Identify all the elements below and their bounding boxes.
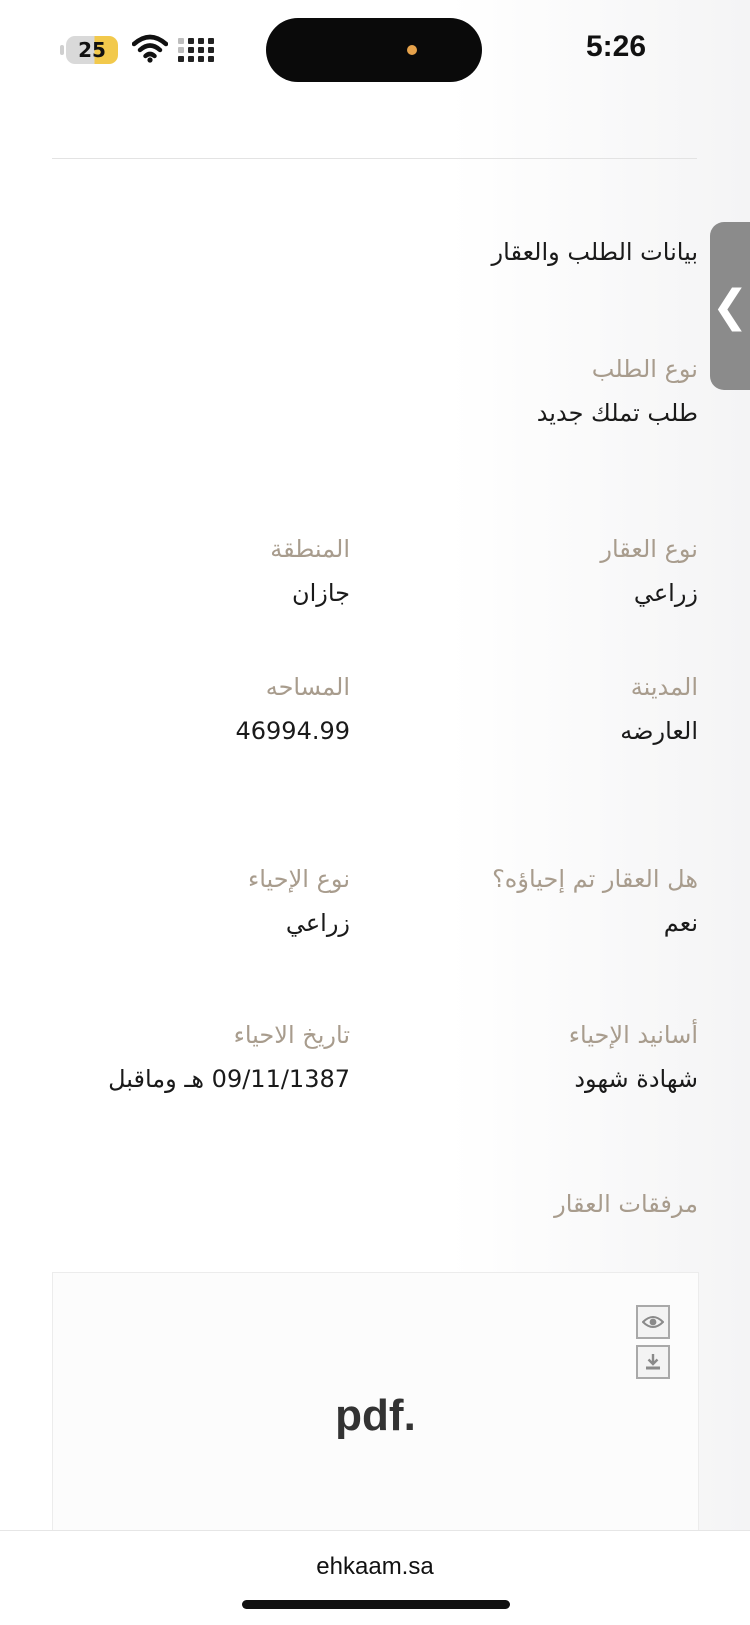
revival-proof-value: شهادة شهود bbox=[574, 1065, 698, 1093]
property-type-field: نوع العقار زراعي bbox=[600, 532, 698, 610]
privacy-indicator-dot bbox=[407, 45, 417, 55]
status-bar: 25 5:26 bbox=[0, 0, 750, 100]
revived-field: هل العقار تم إحياؤه؟ نعم bbox=[492, 862, 698, 940]
download-file-button[interactable] bbox=[636, 1345, 670, 1379]
area-field: المساحه 46994.99 bbox=[235, 670, 350, 748]
download-icon bbox=[646, 1354, 660, 1370]
revival-type-value: زراعي bbox=[285, 909, 350, 937]
url-text[interactable]: ehkaam.sa bbox=[0, 1553, 750, 1581]
area-value: 46994.99 bbox=[235, 717, 350, 745]
revival-proof-label: أسانيد الإحياء bbox=[568, 1021, 698, 1049]
revival-date-field: تاريخ الاحياء 09/11/1387 هـ وماقبل bbox=[108, 1018, 350, 1096]
revival-proof-field: أسانيد الإحياء شهادة شهود bbox=[569, 1018, 698, 1096]
wifi-icon bbox=[132, 34, 168, 63]
request-type-label: نوع الطلب bbox=[591, 355, 698, 383]
region-field: المنطقة جازان bbox=[270, 532, 350, 610]
revival-type-label: نوع الإحياء bbox=[247, 865, 350, 893]
chevron-left-icon: ❮ bbox=[711, 280, 749, 332]
region-label: المنطقة bbox=[270, 535, 350, 563]
eye-icon bbox=[642, 1316, 664, 1328]
home-indicator[interactable] bbox=[242, 1600, 510, 1609]
city-field: المدينة العارضه bbox=[620, 670, 698, 748]
section-title: بيانات الطلب والعقار bbox=[491, 238, 698, 266]
revived-value: نعم bbox=[663, 909, 698, 937]
revival-type-field: نوع الإحياء زراعي bbox=[248, 862, 350, 940]
side-drawer-tab[interactable]: ❮ bbox=[710, 222, 750, 390]
request-type-value: طلب تملك جديد bbox=[536, 399, 698, 427]
top-divider bbox=[52, 158, 697, 159]
request-type-field: نوع الطلب طلب تملك جديد bbox=[537, 352, 698, 430]
battery-level: 25 bbox=[78, 38, 106, 62]
property-type-label: نوع العقار bbox=[600, 535, 698, 563]
attachment-card: pdf. bbox=[52, 1272, 699, 1534]
status-time: 5:26 bbox=[585, 30, 646, 63]
area-label: المساحه bbox=[265, 673, 350, 701]
dynamic-island bbox=[266, 18, 482, 82]
battery-icon: 25 bbox=[60, 36, 118, 64]
revival-date-label: تاريخ الاحياء bbox=[233, 1021, 350, 1049]
browser-url-bar[interactable]: ehkaam.sa bbox=[0, 1530, 750, 1625]
property-type-value: زراعي bbox=[633, 579, 698, 607]
region-value: جازان bbox=[291, 579, 350, 607]
view-file-button[interactable] bbox=[636, 1305, 670, 1339]
file-extension: pdf. bbox=[335, 1391, 416, 1440]
cellular-signal-icon bbox=[178, 38, 220, 64]
revival-date-value: 09/11/1387 هـ وماقبل bbox=[108, 1065, 350, 1093]
city-label: المدينة bbox=[630, 673, 698, 701]
attachments-title: مرفقات العقار bbox=[554, 1190, 698, 1218]
city-value: العارضه bbox=[620, 717, 698, 745]
revived-label: هل العقار تم إحياؤه؟ bbox=[492, 865, 698, 893]
